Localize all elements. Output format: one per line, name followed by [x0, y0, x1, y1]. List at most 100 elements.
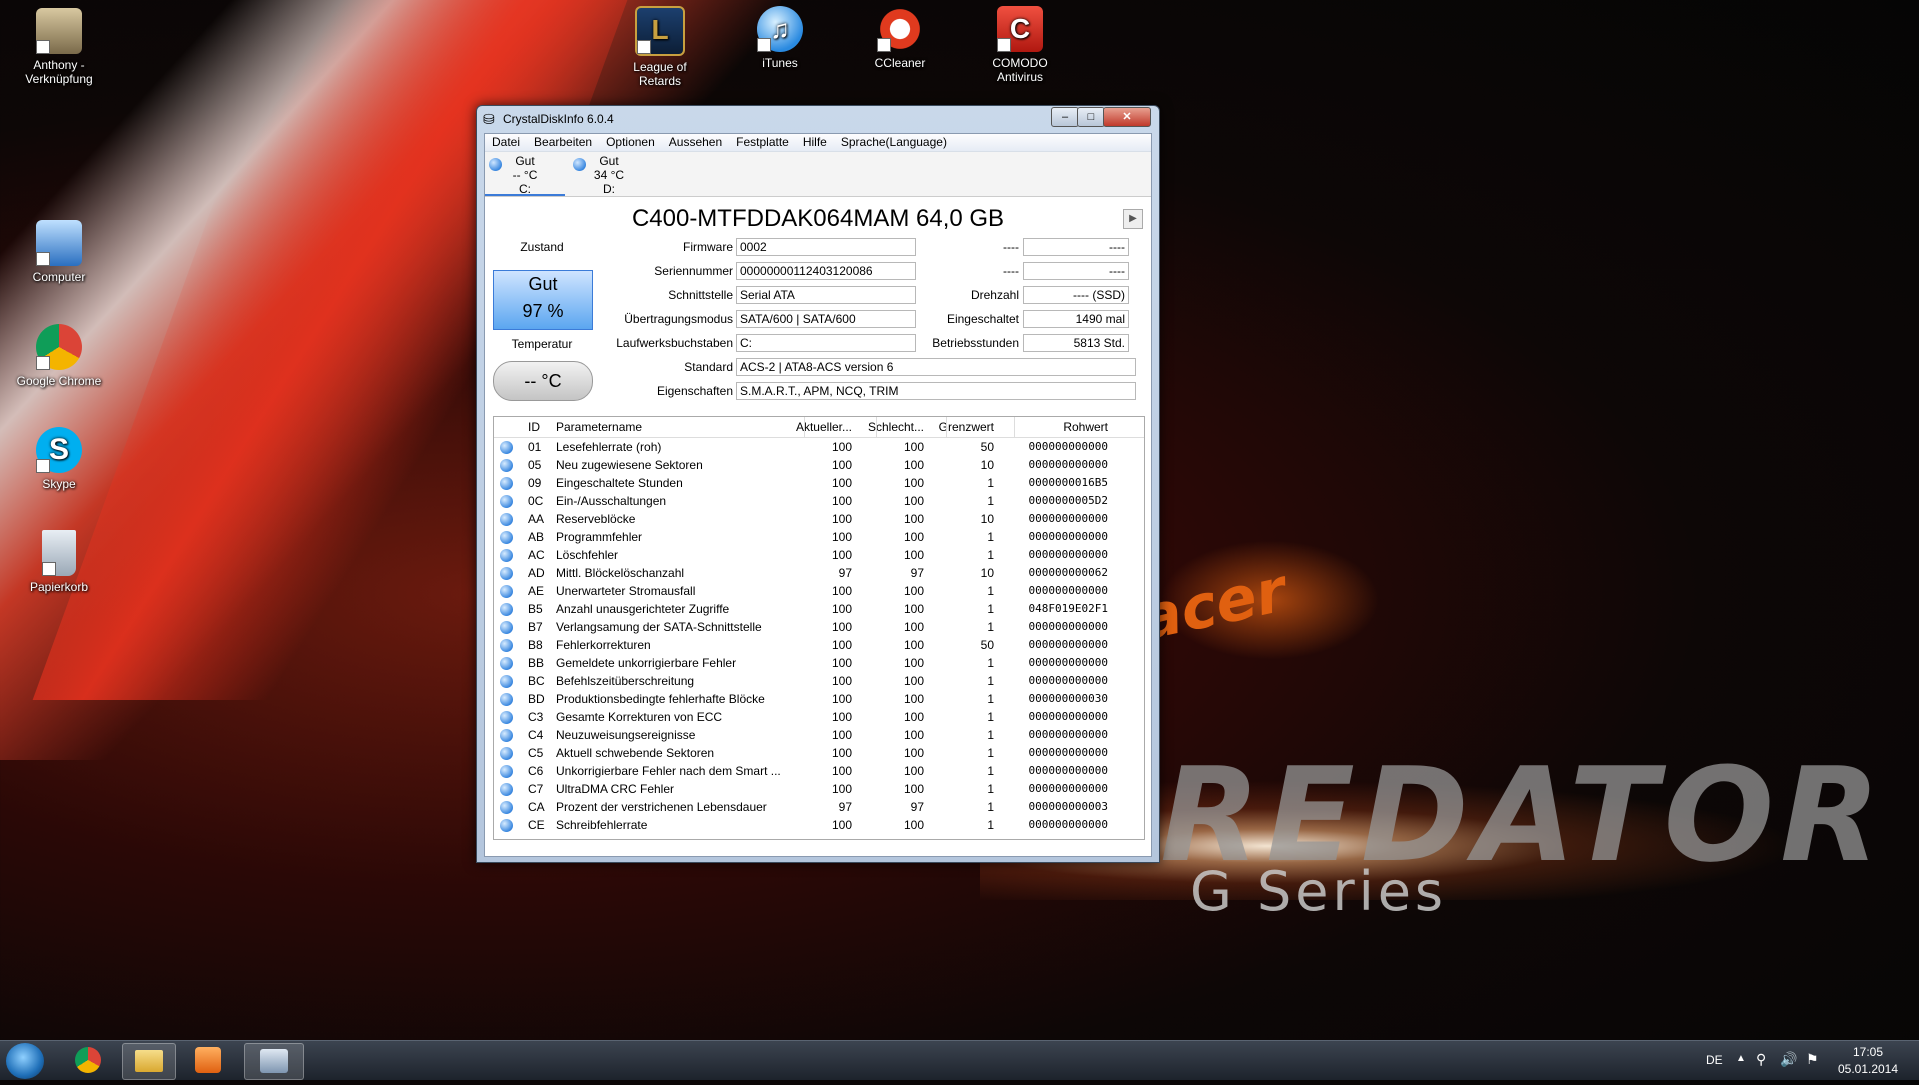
table-row[interactable]: B8 Fehlerkorrekturen 100 100 50 000000000000 — [494, 636, 1144, 654]
attr-threshold: 1 — [987, 692, 994, 706]
desktop-icon-ccleaner[interactable]: CCleaner — [852, 6, 948, 70]
taskbar-explorer[interactable] — [122, 1043, 176, 1080]
table-row[interactable]: AC Löschfehler 100 100 1 000000000000 — [494, 546, 1144, 564]
disk-header: C400-MTFDDAK064MAM 64,0 GB ▶ — [485, 197, 1151, 237]
blank1-field: ---- — [1023, 238, 1129, 256]
maximize-button[interactable]: □ — [1077, 107, 1105, 127]
taskbar-media-player[interactable] — [182, 1043, 234, 1078]
next-disk-arrow-icon[interactable]: ▶ — [1123, 209, 1143, 229]
attr-raw: 000000000000 — [1028, 746, 1108, 759]
drive-tab-c[interactable]: Gut -- °C C: — [485, 154, 565, 196]
menu-bearbeiten[interactable]: Bearbeiten — [527, 134, 599, 150]
menu-hilfe[interactable]: Hilfe — [796, 134, 834, 150]
window-client: Datei Bearbeiten Optionen Aussehen Festplatt… — [484, 133, 1152, 857]
attr-threshold: 10 — [980, 566, 994, 580]
start-button[interactable] — [6, 1043, 44, 1079]
show-hidden-icons-icon[interactable]: ▲ — [1736, 1053, 1746, 1064]
close-button[interactable]: ✕ — [1103, 107, 1151, 127]
status-dot-icon — [500, 459, 513, 472]
attr-raw: 000000000000 — [1028, 548, 1108, 561]
desktop-icon-league[interactable]: L League of Retards — [612, 6, 708, 88]
health-status-box[interactable]: Gut 97 % — [493, 270, 593, 330]
header-raw[interactable]: Rohwert — [980, 420, 1108, 434]
desktop-icon-chrome[interactable]: Google Chrome — [11, 324, 107, 388]
skype-icon: S — [36, 427, 82, 473]
table-row[interactable]: BD Produktionsbedingte fehlerhafte Blöcke… — [494, 690, 1144, 708]
table-row[interactable]: AD Mittl. Blöckelöschanzahl 97 97 10 00000000… — [494, 564, 1144, 582]
header-id[interactable]: ID — [528, 420, 540, 434]
attr-raw: 000000000000 — [1028, 764, 1108, 777]
attr-id: C6 — [528, 764, 544, 778]
action-center-icon[interactable]: ⚑ — [1806, 1051, 1819, 1068]
attr-threshold: 1 — [987, 584, 994, 598]
status-dot-icon — [500, 819, 513, 832]
status-dot-icon — [500, 549, 513, 562]
table-row[interactable]: CE Schreibfehlerrate 100 100 1 000000000000 — [494, 816, 1144, 834]
attr-threshold: 1 — [987, 530, 994, 544]
table-row[interactable]: C3 Gesamte Korrekturen von ECC 100 100 1 0000… — [494, 708, 1144, 726]
table-row[interactable]: BC Befehlszeitüberschreitung 100 100 1 000000… — [494, 672, 1144, 690]
attr-id: AD — [528, 566, 545, 580]
drive-tab-d[interactable]: Gut 34 °C D: — [569, 154, 649, 196]
clock-time[interactable]: 17:05 — [1838, 1045, 1898, 1059]
desktop-icon-skype[interactable]: S Skype — [11, 427, 107, 491]
desktop-icon-computer[interactable]: Computer — [11, 220, 107, 284]
attr-id: C5 — [528, 746, 544, 760]
table-row[interactable]: 0C Ein-/Ausschaltungen 100 100 1 0000000005D2 — [494, 492, 1144, 510]
menu-aussehen[interactable]: Aussehen — [662, 134, 729, 150]
status-dot-icon — [500, 639, 513, 652]
table-row[interactable]: 05 Neu zugewiesene Sektoren 100 100 10 000000… — [494, 456, 1144, 474]
menu-optionen[interactable]: Optionen — [599, 134, 662, 150]
desktop-icon-label: Google Chrome — [16, 374, 102, 388]
attr-raw: 000000000000 — [1028, 656, 1108, 669]
taskbar-chrome[interactable] — [62, 1043, 114, 1078]
menu-festplatte[interactable]: Festplatte — [729, 134, 796, 150]
power-hours-label: Betriebsstunden — [932, 336, 1019, 350]
table-row[interactable]: C6 Unkorrigierbare Fehler nach dem Smart … — [494, 762, 1144, 780]
language-indicator[interactable]: DE — [1706, 1053, 1723, 1067]
attr-id: B8 — [528, 638, 543, 652]
window-titlebar[interactable]: ⛁ CrystalDiskInfo 6.0.4 – □ ✕ — [477, 106, 1159, 132]
attr-id: AC — [528, 548, 545, 562]
taskbar-crystaldiskinfo[interactable] — [244, 1043, 304, 1080]
attr-threshold: 1 — [987, 620, 994, 634]
desktop-icon-label: Computer — [32, 270, 86, 284]
desktop-icon-comodo[interactable]: C COMODO Antivirus — [972, 6, 1068, 84]
table-row[interactable]: C4 Neuzuweisungsereignisse 100 100 1 00000000… — [494, 726, 1144, 744]
rpm-label: Drehzahl — [970, 288, 1019, 302]
desktop-icon-recycle-bin[interactable]: Papierkorb — [11, 530, 107, 594]
network-icon[interactable]: ⚲ — [1756, 1051, 1766, 1068]
desktop-icon-itunes[interactable]: ♫ iTunes — [732, 6, 828, 70]
attr-raw: 000000000000 — [1028, 818, 1108, 831]
table-row[interactable]: AE Unerwarteter Stromausfall 100 100 1 000000… — [494, 582, 1144, 600]
menu-datei[interactable]: Datei — [485, 134, 527, 150]
attr-raw: 000000000000 — [1028, 512, 1108, 525]
table-row[interactable]: AB Programmfehler 100 100 1 000000000000 — [494, 528, 1144, 546]
attr-id: BD — [528, 692, 545, 706]
table-row[interactable]: 01 Lesefehlerrate (roh) 100 100 50 0000000000… — [494, 438, 1144, 456]
table-row[interactable]: CA Prozent der verstrichenen Lebensdauer 9… — [494, 798, 1144, 816]
table-row[interactable]: C5 Aktuell schwebende Sektoren 100 100 1 0000… — [494, 744, 1144, 762]
temperature-box[interactable]: -- °C — [493, 361, 593, 401]
smart-attribute-table[interactable]: ID Parametername Aktueller... Schlecht..… — [493, 416, 1145, 840]
table-row[interactable]: BB Gemeldete unkorrigierbare Fehler 100 100… — [494, 654, 1144, 672]
table-row[interactable]: AA Reserveblöcke 100 100 10 000000000000 — [494, 510, 1144, 528]
attr-threshold: 1 — [987, 764, 994, 778]
status-dot-icon — [500, 477, 513, 490]
status-dot-icon — [500, 747, 513, 760]
table-row[interactable]: 09 Eingeschaltete Stunden 100 100 1 000000001… — [494, 474, 1144, 492]
volume-icon[interactable]: 🔊 — [1780, 1051, 1797, 1068]
header-threshold[interactable]: Grenzwert — [894, 420, 994, 434]
menu-sprache[interactable]: Sprache(Language) — [834, 134, 954, 150]
disk-model: C400-MTFDDAK064MAM 64,0 GB — [631, 205, 1005, 232]
standard-label: Standard — [684, 360, 733, 374]
clock-date[interactable]: 05.01.2014 — [1834, 1062, 1902, 1076]
minimize-button[interactable]: – — [1051, 107, 1079, 127]
desktop-icon-anthony[interactable]: Anthony - Verknüpfung — [11, 8, 107, 86]
table-row[interactable]: B5 Anzahl unausgerichteter Zugriffe 100 100… — [494, 600, 1144, 618]
status-dot-icon — [500, 765, 513, 778]
status-dot-icon — [500, 729, 513, 742]
table-row[interactable]: C7 UltraDMA CRC Fehler 100 100 1 000000000000 — [494, 780, 1144, 798]
table-row[interactable]: B7 Verlangsamung der SATA-Schnittstelle 10… — [494, 618, 1144, 636]
league-icon: L — [635, 6, 685, 56]
